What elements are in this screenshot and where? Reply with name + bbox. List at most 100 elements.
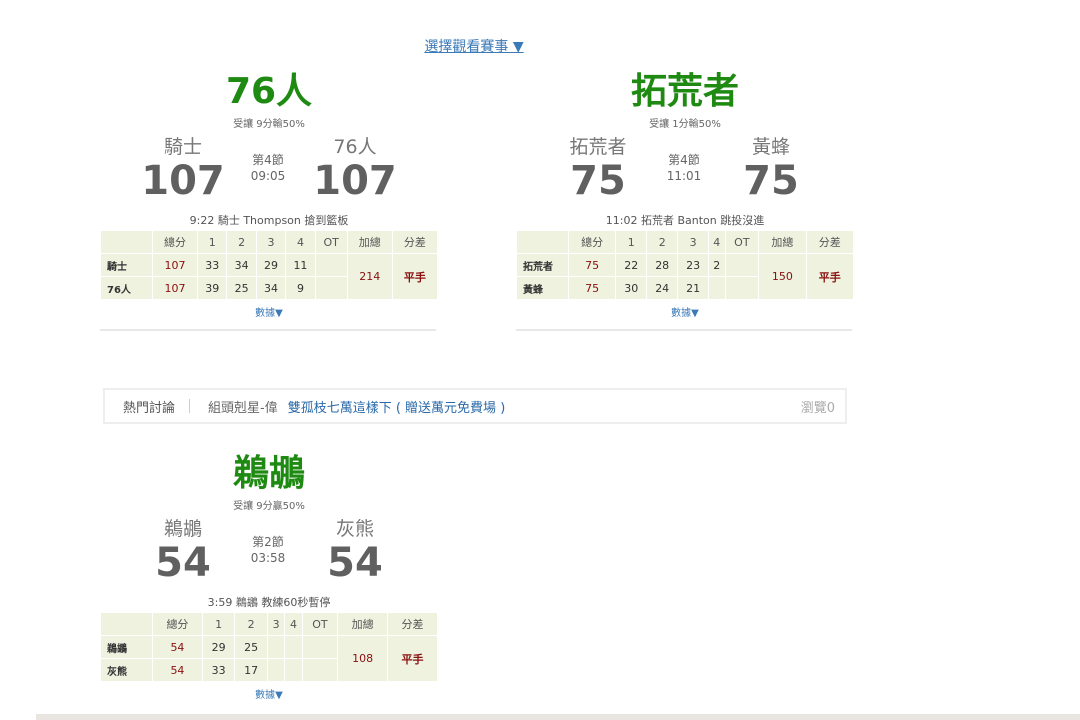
header-cell: 加總 [346,230,393,254]
header-cell: 2 [226,230,257,254]
header-cell: 4 [285,230,316,254]
view-count: 瀏覽0 [800,400,835,416]
row-total: 107 [151,276,199,300]
headline-team: 76人 [225,71,313,112]
scoreline: 鵜鶘 54 第2節 03:58 灰熊 54 [100,512,438,590]
home-side: 灰熊 54 [300,518,410,586]
row-team: 鵜鶘 [100,635,153,659]
q4-cell: 9 [285,276,316,300]
header-cell: 1 [201,612,236,636]
last-play: 9:22 騎士 Thompson 搶到籃板 [189,214,349,227]
hot-discussion-bar: 熱門討論 組頭剋星-偉 雙孤枝七萬這樣下 ( 贈送萬元免費場 ) 瀏覽0 [103,388,847,424]
more-stats-link[interactable]: 數據▼ [516,304,854,319]
home-team-name: 黃蜂 [751,136,790,158]
header-cell: 分差 [391,230,439,254]
away-team-name: 鵜鶘 [163,518,202,540]
corner-cell [100,230,153,254]
game-clock: 11:01 [666,169,702,183]
box-score-table: 總分 1 2 3 4 OT 加總 分差 鵜鶘 54 29 25 108 平手 灰… [100,612,438,682]
scoreline: 拓荒者 75 第4節 11:01 黃蜂 75 [516,130,854,208]
away-team-score: 107 [141,158,225,204]
q1-cell: 39 [197,276,228,300]
box-score-table: 總分 1 2 3 4 OT 加總 分差 拓荒者 75 22 28 23 2 15… [516,230,855,300]
q3-cell: 34 [255,276,287,300]
footer-strip [36,714,1080,720]
table-row: 騎士 107 33 34 29 11 214 平手 [100,253,439,300]
box-score-header: 總分 1 2 3 4 OT 加總 分差 [516,230,855,254]
game-clock: 03:58 [250,551,286,565]
last-play: 3:59 鵜鶘 教練60秒暫停 [207,596,331,609]
sum-cell: 214 [346,253,393,300]
header-cell: 4 [708,230,726,254]
away-team-name: 拓荒者 [569,136,627,158]
hot-discussion-label: 熱門討論 [123,400,176,416]
box-score-header: 總分 1 2 3 4 OT 加總 分差 [100,230,439,254]
game-status: 第4節 11:01 [644,152,724,184]
q2-cell: 17 [234,658,268,682]
header-cell: 3 [677,230,710,254]
row-team: 76人 [100,276,153,300]
q3-cell: 23 [677,253,710,277]
corner-cell [100,612,153,636]
home-team-name: 灰熊 [335,518,374,540]
game-status: 第4節 09:05 [228,152,308,184]
home-team-name: 76人 [333,136,377,158]
ot-cell [724,276,760,300]
q2-cell: 28 [646,253,679,277]
header-cell: 總分 [151,230,199,254]
header-cell: 分差 [805,230,855,254]
q1-cell: 30 [615,276,648,300]
sum-cell: 150 [758,253,807,300]
game-card: 拓荒者 受讓 1分輸50% 拓荒者 75 第4節 11:01 黃蜂 75 11:… [516,70,855,331]
away-side: 拓荒者 75 [543,136,653,204]
q4-cell: 2 [708,253,726,277]
q3-cell [266,658,286,682]
q3-cell [266,635,286,659]
period-label: 第4節 [252,153,284,167]
more-stats-link[interactable]: 數據▼ [100,686,438,701]
q3-cell: 29 [255,253,287,277]
more-stats-link[interactable]: 數據▼ [100,304,438,319]
ot-cell [314,276,348,300]
header-cell: OT [724,230,760,254]
headline-team: 拓荒者 [630,71,739,112]
q1-cell: 29 [201,635,236,659]
post-topic-link[interactable]: 雙孤枝七萬這樣下 ( 贈送萬元免費場 ) [288,397,506,416]
post-author[interactable]: 組頭剋星-偉 [208,397,278,416]
header-cell: OT [301,612,339,636]
header-cell: 3 [266,612,286,636]
header-cell: 4 [284,612,303,636]
ot-cell [301,635,339,659]
corner-cell [516,230,569,254]
row-total: 107 [151,253,199,277]
q2-cell: 25 [234,635,268,659]
divider [100,329,436,331]
box-score-table: 總分 1 2 3 4 OT 加總 分差 騎士 107 33 34 29 11 2… [100,230,439,300]
select-game-link[interactable]: 選擇觀看賽事 ▼ [0,36,948,56]
row-team: 灰熊 [100,658,153,682]
home-team-score: 107 [313,158,397,204]
header-cell: OT [314,230,348,254]
header-cell: 總分 [567,230,617,254]
diff-cell: 平手 [387,635,438,682]
headline-team: 鵜鶘 [232,453,305,494]
odds-text: 受讓 1分輸50% [649,119,721,130]
home-team-score: 75 [743,158,799,204]
table-row: 拓荒者 75 22 28 23 2 150 平手 [516,253,855,300]
sum-cell: 108 [337,635,389,682]
game-clock: 09:05 [250,169,286,183]
q4-cell: 11 [285,253,316,277]
q3-cell: 21 [677,276,710,300]
divider [516,329,852,331]
row-team: 黃蜂 [516,276,569,300]
header-cell: 2 [646,230,679,254]
period-label: 第4節 [668,153,700,167]
q1-cell: 33 [197,253,228,277]
q2-cell: 25 [226,276,257,300]
table-row: 鵜鶘 54 29 25 108 平手 [100,635,438,682]
ot-cell [724,253,760,277]
header-cell: 1 [197,230,228,254]
q2-cell: 34 [226,253,257,277]
home-side: 76人 107 [300,136,410,204]
period-label: 第2節 [252,535,284,549]
